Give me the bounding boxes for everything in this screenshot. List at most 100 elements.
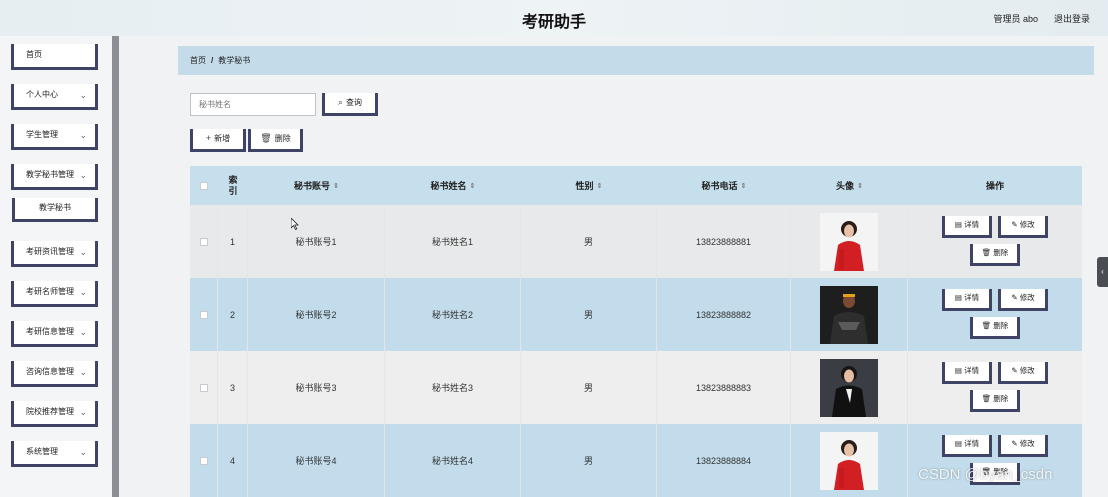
search-input[interactable] <box>190 93 316 116</box>
edit-label: 修改 <box>1019 293 1035 302</box>
search-button[interactable]: ⌕ 查询 <box>322 93 378 116</box>
row-name: 秘书姓名1 <box>385 205 521 278</box>
avatar[interactable] <box>820 358 878 417</box>
col-index-line2: 引 <box>228 185 238 196</box>
detail-button[interactable]: ▤ 详情 <box>942 216 992 238</box>
row-index: 1 <box>218 205 248 278</box>
col-gender-label: 性别 <box>575 181 594 191</box>
edit-label: 修改 <box>1019 220 1035 229</box>
row-index: 2 <box>218 278 248 351</box>
trash-icon: 🗑 <box>981 394 994 403</box>
sidebar-subitem-secretary[interactable]: 教学秘书 <box>12 198 98 222</box>
doc-icon: ▤ <box>954 293 965 302</box>
row-account: 秘书账号1 <box>248 205 385 278</box>
sidebar-item-teachers[interactable]: 考研名师管理 ⌄ <box>11 281 98 307</box>
col-avatar-header[interactable]: 头像 ⇕ <box>791 166 908 205</box>
trash-icon: 🗑 <box>260 133 272 143</box>
sidebar-item-label: 首页 <box>26 50 42 59</box>
row-delete-label: 删除 <box>993 394 1009 403</box>
row-phone: 13823888882 <box>657 278 791 351</box>
trash-icon: 🗑 <box>981 248 994 257</box>
sort-icon[interactable]: ⇕ <box>857 182 863 190</box>
edit-button[interactable]: ✎ 修改 <box>998 435 1048 457</box>
col-name-header[interactable]: 秘书姓名 ⇕ <box>385 166 521 205</box>
row-ops-cell <box>908 278 1082 351</box>
sidebar-scrollbar[interactable] <box>112 36 119 497</box>
edit-label: 修改 <box>1019 366 1035 375</box>
detail-label: 详情 <box>964 220 980 229</box>
edit-button[interactable]: ✎ 修改 <box>998 362 1048 384</box>
row-checkbox[interactable] <box>199 310 208 319</box>
delete-button[interactable]: 🗑 删除 <box>248 129 303 152</box>
row-checkbox[interactable] <box>199 383 208 392</box>
sidebar-item-label: 咨询信息管理 <box>26 367 74 376</box>
row-select-cell <box>190 424 218 497</box>
chevron-down-icon: ⌄ <box>79 367 87 377</box>
avatar[interactable] <box>820 431 878 490</box>
breadcrumb-home[interactable]: 首页 <box>190 56 206 65</box>
sidebar-item-consult[interactable]: 咨询信息管理 ⌄ <box>11 361 98 387</box>
sidebar-item-schools[interactable]: 院校推荐管理 ⌄ <box>11 401 98 427</box>
col-ops-header: 操作 <box>908 166 1082 205</box>
row-account: 秘书账号3 <box>248 351 385 424</box>
edit-button[interactable]: ✎ 修改 <box>998 289 1048 311</box>
row-checkbox[interactable] <box>199 456 208 465</box>
col-index-header: 索 引 <box>218 166 248 205</box>
sort-icon[interactable]: ⇕ <box>597 182 603 190</box>
sidebar-item-label: 院校推荐管理 <box>26 407 74 416</box>
add-button[interactable]: + 新增 <box>190 129 246 152</box>
chevron-down-icon: ⌄ <box>79 327 87 337</box>
row-ops-cell <box>908 205 1082 278</box>
row-delete-button[interactable]: 🗑 删除 <box>970 244 1020 266</box>
table-header: 索 引 秘书账号 ⇕ 秘书姓名 ⇕ 性别 ⇕ 秘书电话 ⇕ 头像 ⇕ 操作 <box>190 166 1082 205</box>
col-phone-header[interactable]: 秘书电话 ⇕ <box>657 166 791 205</box>
sort-icon[interactable]: ⇕ <box>741 182 747 190</box>
sidebar-item-label: 学生管理 <box>26 130 58 139</box>
row-index: 4 <box>218 424 248 497</box>
sidebar-item-students[interactable]: 学生管理 ⌄ <box>11 124 98 150</box>
col-account-header[interactable]: 秘书账号 ⇕ <box>248 166 385 205</box>
side-panel-toggle[interactable]: ‹ <box>1097 257 1108 287</box>
detail-button[interactable]: ▤ 详情 <box>942 362 992 384</box>
detail-label: 详情 <box>964 366 980 375</box>
chevron-down-icon: ⌄ <box>79 170 87 180</box>
row-ops-cell <box>908 424 1082 497</box>
row-delete-button[interactable]: 🗑 删除 <box>970 390 1020 412</box>
pencil-icon: ✎ <box>1011 366 1020 375</box>
sort-icon[interactable]: ⇕ <box>470 182 476 190</box>
row-avatar-cell <box>791 424 908 497</box>
logout-link[interactable]: 退出登录 <box>1054 12 1090 25</box>
col-gender-header[interactable]: 性别 ⇕ <box>521 166 657 205</box>
sidebar-item-label: 考研名师管理 <box>26 287 74 296</box>
detail-button[interactable]: ▤ 详情 <box>942 289 992 311</box>
row-delete-label: 删除 <box>993 248 1009 257</box>
mouse-cursor-icon <box>291 218 299 230</box>
detail-button[interactable]: ▤ 详情 <box>942 435 992 457</box>
col-index-line1: 索 <box>228 174 238 185</box>
select-all-cell <box>190 166 218 205</box>
sidebar-item-home[interactable]: 首页 <box>11 44 98 70</box>
pencil-icon: ✎ <box>1011 293 1020 302</box>
chevron-down-icon: ⌄ <box>79 287 87 297</box>
select-all-checkbox[interactable] <box>200 181 208 190</box>
row-gender: 男 <box>521 351 657 424</box>
breadcrumb-separator: / <box>211 56 214 65</box>
sidebar-item-profile[interactable]: 个人中心 ⌄ <box>11 84 98 110</box>
sidebar-item-exam-info[interactable]: 考研信息管理 ⌄ <box>11 321 98 347</box>
chevron-down-icon: ⌄ <box>79 90 87 100</box>
edit-button[interactable]: ✎ 修改 <box>998 216 1048 238</box>
chevron-down-icon: ⌄ <box>79 247 87 257</box>
sidebar-item-system[interactable]: 系统管理 ⌄ <box>11 441 98 467</box>
row-phone: 13823888881 <box>657 205 791 278</box>
search-icon: ⌕ <box>337 97 344 107</box>
sidebar-item-secretary-mgmt[interactable]: 教学秘书管理 ⌄ <box>11 164 98 190</box>
row-select-cell <box>190 351 218 424</box>
avatar[interactable] <box>820 212 878 271</box>
row-delete-button[interactable]: 🗑 删除 <box>970 317 1020 339</box>
row-phone: 13823888884 <box>657 424 791 497</box>
avatar[interactable] <box>820 285 878 344</box>
sort-icon[interactable]: ⇕ <box>333 182 339 190</box>
plus-icon: + <box>205 133 212 143</box>
row-checkbox[interactable] <box>199 237 208 246</box>
sidebar-item-news[interactable]: 考研资讯管理 ⌄ <box>11 241 98 267</box>
